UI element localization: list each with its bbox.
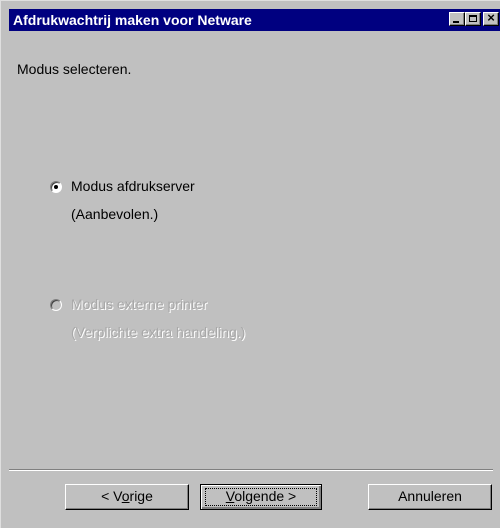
radio-remote-printer-mode[interactable] — [50, 299, 62, 311]
wizard-window: Afdrukwachtrij maken voor Netware × Modu… — [0, 0, 500, 528]
next-button-suffix: olgende > — [234, 488, 297, 504]
title-bar[interactable]: Afdrukwachtrij maken voor Netware × — [9, 9, 500, 31]
step-heading: Modus selecteren. — [17, 61, 132, 77]
previous-button-suffix: rige — [129, 488, 153, 504]
radio-print-server-mode[interactable] — [50, 181, 62, 193]
option-remote-printer-note: (Verplichte extra handeling.) — [71, 324, 246, 340]
previous-button[interactable]: < Vorige — [65, 484, 189, 510]
previous-button-accel: o — [121, 488, 130, 504]
previous-button-prefix: < V — [101, 488, 122, 504]
close-icon: × — [487, 10, 495, 25]
maximize-button[interactable] — [465, 12, 481, 26]
option-remote-printer-label[interactable]: Modus externe printer — [71, 296, 207, 312]
separator-highlight — [9, 470, 493, 471]
maximize-icon — [469, 15, 477, 22]
option-print-server-note: (Aanbevolen.) — [71, 206, 159, 222]
close-button[interactable]: × — [483, 10, 499, 26]
cancel-button[interactable]: Annuleren — [368, 484, 492, 510]
radio-selected-dot — [54, 185, 58, 189]
minimize-button[interactable] — [449, 12, 465, 26]
option-print-server-label[interactable]: Modus afdrukserver — [71, 178, 195, 194]
next-button[interactable]: Volgende > — [200, 484, 322, 510]
window-title: Afdrukwachtrij maken voor Netware — [13, 12, 252, 28]
minimize-icon — [453, 21, 459, 23]
